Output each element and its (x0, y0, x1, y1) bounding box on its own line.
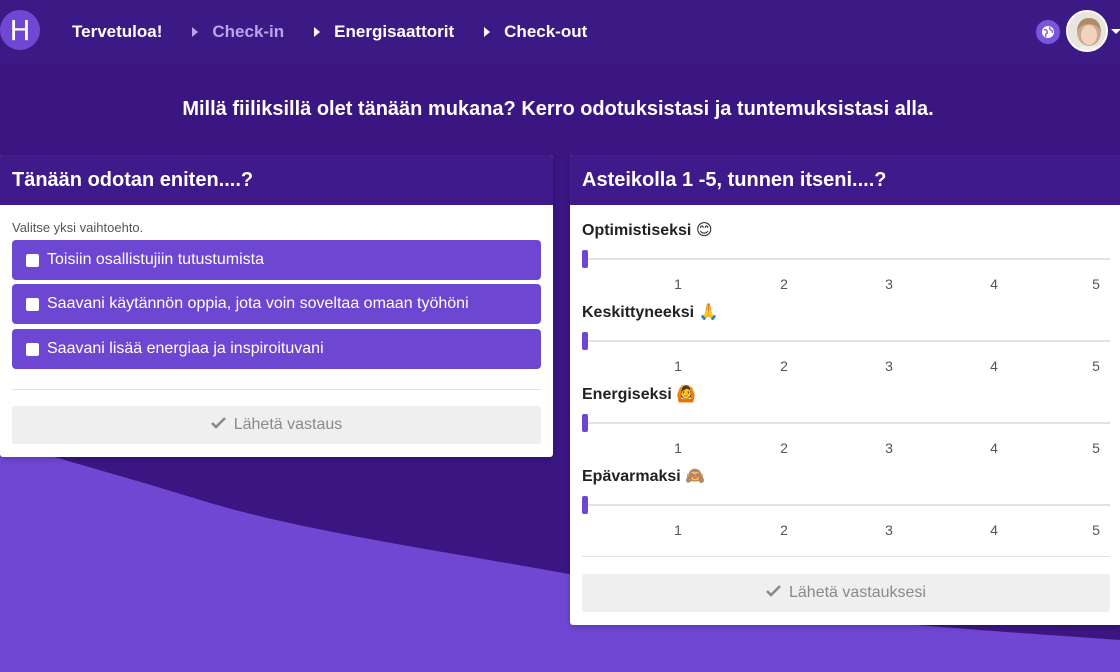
checkbox-icon[interactable] (26, 297, 39, 311)
nav-item-label: Energisaattorit (334, 22, 455, 41)
scale-tick-label: 4 (990, 522, 998, 538)
scale-tick-label: 5 (1092, 276, 1100, 292)
scale-tick-label: 3 (885, 276, 893, 292)
slider-handle[interactable] (582, 332, 588, 350)
scale-tick-label: 2 (780, 440, 788, 456)
submit-label: Lähetä vastaus (233, 416, 343, 433)
panel-title: Asteikolla 1 -5, tunnen itseni....? (570, 155, 1120, 205)
scale-tick-label: 4 (990, 276, 998, 292)
question-label: Epävarmaksi 🙈 (582, 468, 706, 485)
chevron-right-icon (484, 27, 491, 37)
scale-tick-label: 4 (990, 358, 998, 374)
option-item[interactable]: Saavani käytännön oppia, jota voin sovel… (12, 284, 541, 324)
option-item[interactable]: Toisiin osallistujiin tutustumista (12, 240, 541, 280)
checkmark-icon (766, 584, 781, 602)
option-label: Toisiin osallistujiin tutustumista (47, 251, 264, 268)
slider-handle[interactable] (582, 250, 588, 268)
nav-item-check-out[interactable]: Check-out (484, 22, 587, 42)
scale-tick-label: 3 (885, 358, 893, 374)
scale-tick-label: 3 (885, 522, 893, 538)
question-label: Energiseksi 🙆 (582, 386, 697, 403)
nav-item-label: Check-in (212, 22, 285, 41)
scale-tick-label: 3 (885, 440, 893, 456)
expectation-panel: Tänään odotan eniten....? Valitse yksi v… (0, 155, 553, 457)
submit-answer-button[interactable]: Lähetä vastaus (12, 406, 541, 444)
chevron-right-icon (192, 27, 199, 37)
avatar[interactable] (1066, 10, 1108, 52)
scale-tick-label: 5 (1092, 440, 1100, 456)
scale-tick-label: 2 (780, 522, 788, 538)
option-label: Saavani lisää energiaa ja inspiroituvani (47, 340, 324, 357)
slider-track[interactable] (582, 340, 1110, 342)
chevron-down-icon[interactable] (1111, 29, 1120, 34)
submit-label: Lähetä vastauksesi (789, 584, 926, 601)
slider-track[interactable] (582, 422, 1110, 424)
divider (582, 556, 1110, 557)
checkbox-icon[interactable] (26, 342, 39, 356)
scale-panel: Asteikolla 1 -5, tunnen itseni....? Opti… (570, 155, 1120, 625)
nav-item-label: Tervetuloa! (72, 22, 163, 41)
slider-track[interactable] (582, 258, 1110, 260)
nav-steps: Tervetuloa! Check-in Energisaattorit Che… (72, 0, 617, 64)
scale-tick-label: 2 (780, 358, 788, 374)
scale-tick-label: 1 (674, 276, 682, 292)
app-logo[interactable]: H (0, 10, 40, 50)
slider-handle[interactable] (582, 414, 588, 432)
nav-item-label: Check-out (504, 22, 588, 41)
slider-handle[interactable] (582, 496, 588, 514)
checkbox-icon[interactable] (26, 253, 39, 267)
globe-icon (1042, 26, 1054, 38)
option-item[interactable]: Saavani lisää energiaa ja inspiroituvani (12, 329, 541, 369)
page-headline: Millä fiiliksillä olet tänään mukana? Ke… (182, 98, 934, 120)
nav-item-check-in[interactable]: Check-in (192, 22, 284, 42)
scale-tick-label: 2 (780, 276, 788, 292)
nav-item-tervetuloa[interactable]: Tervetuloa! (72, 22, 162, 42)
divider (12, 389, 541, 390)
checkmark-icon (210, 416, 226, 434)
panel-title: Tänään odotan eniten....? (0, 155, 553, 205)
scale-tick-label: 1 (674, 358, 682, 374)
option-label: Saavani käytännön oppia, jota voin sovel… (47, 295, 469, 312)
scale-tick-label: 5 (1092, 522, 1100, 538)
question-label: Keskittyneeksi 🙏 (582, 304, 719, 321)
nav-item-energisaattorit[interactable]: Energisaattorit (314, 22, 454, 42)
scale-tick-label: 4 (990, 440, 998, 456)
chevron-right-icon (314, 27, 321, 37)
helper-text: Valitse yksi vaihtoehto. (12, 220, 144, 235)
submit-answers-button[interactable]: Lähetä vastauksesi (582, 574, 1110, 612)
user-photo (1068, 12, 1106, 50)
scale-tick-label: 1 (674, 440, 682, 456)
question-label: Optimistiseksi 😊 (582, 222, 713, 239)
top-navbar: H Tervetuloa! Check-in Energisaattorit C… (0, 0, 1120, 64)
scale-tick-label: 1 (674, 522, 682, 538)
language-button[interactable] (1036, 20, 1060, 44)
scale-tick-label: 5 (1092, 358, 1100, 374)
slider-track[interactable] (582, 504, 1110, 506)
